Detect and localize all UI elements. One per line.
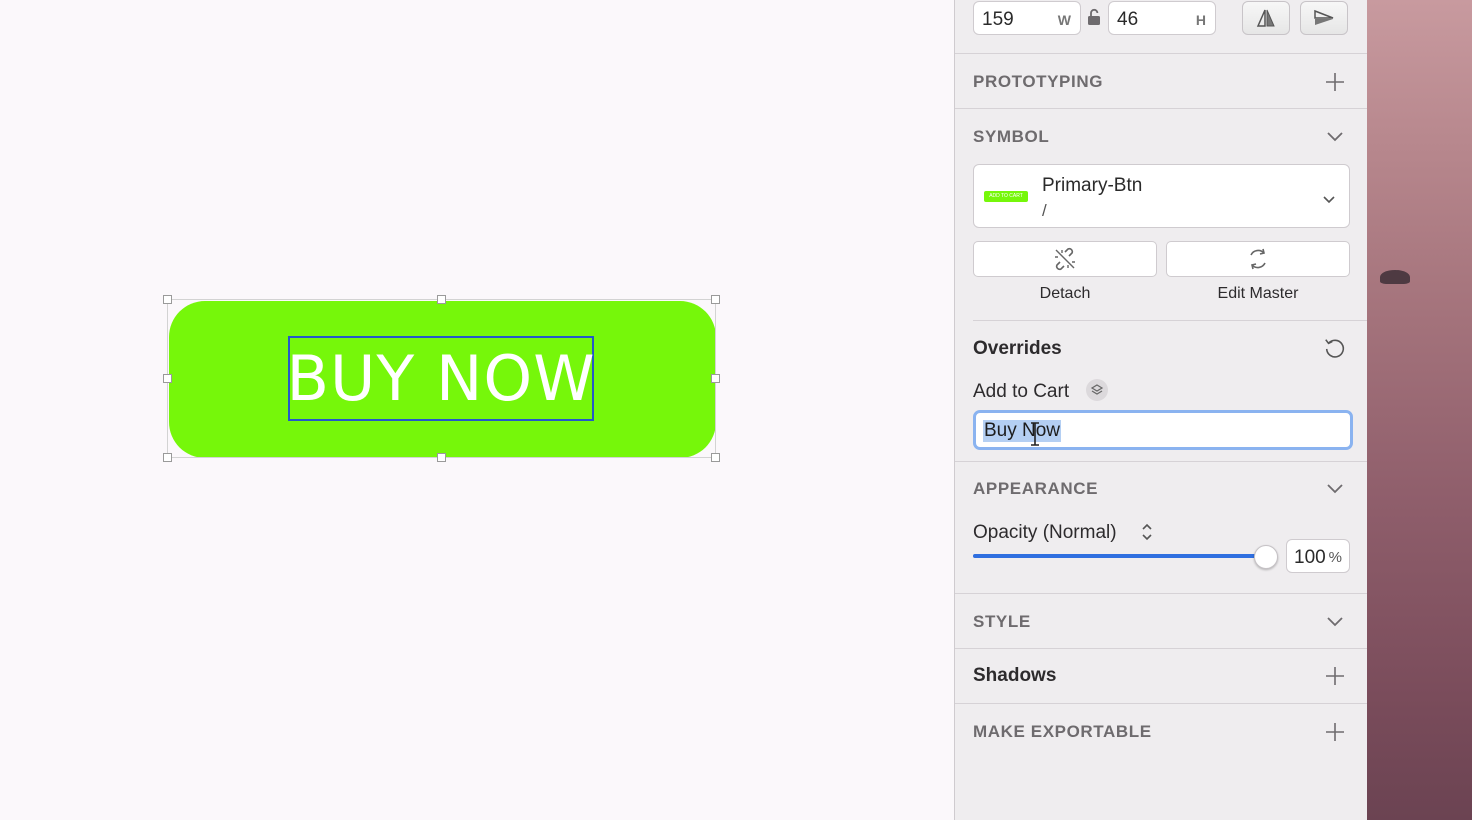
symbol-path: /: [1042, 201, 1047, 220]
opacity-slider-knob[interactable]: [1254, 545, 1278, 569]
layers-icon: [1086, 379, 1108, 401]
reset-icon[interactable]: [1323, 336, 1347, 360]
refresh-icon: [1250, 248, 1266, 270]
width-field[interactable]: 159 W: [973, 1, 1081, 35]
resize-handle-bottom-right[interactable]: [711, 453, 720, 462]
height-field[interactable]: 46 H: [1108, 1, 1216, 35]
make-exportable-title: MAKE EXPORTABLE: [973, 722, 1152, 741]
height-suffix: H: [1195, 12, 1206, 28]
resize-handle-right[interactable]: [711, 374, 720, 383]
selected-symbol-instance[interactable]: BUY NOW: [163, 295, 720, 462]
opacity-field[interactable]: 100 %: [1286, 539, 1350, 573]
override-layer-name: Add to Cart: [973, 381, 1070, 402]
divider: [955, 648, 1367, 649]
chevron-down-icon[interactable]: [1323, 125, 1347, 149]
edit-master-label: Edit Master: [1217, 285, 1299, 302]
up-down-chevron-icon[interactable]: [1141, 522, 1153, 547]
prototyping-title: PROTOTYPING: [973, 72, 1104, 91]
plus-icon[interactable]: [1323, 70, 1347, 94]
blend-mode-label[interactable]: Opacity (Normal): [973, 522, 1117, 544]
appearance-title: APPEARANCE: [973, 479, 1099, 498]
chevron-down-icon[interactable]: [1323, 477, 1347, 501]
plus-icon[interactable]: [1323, 664, 1347, 688]
opacity-slider[interactable]: [973, 545, 1278, 569]
unlink-icon: [1055, 247, 1075, 271]
symbol-name: Primary-Btn: [1042, 175, 1143, 196]
divider: [955, 593, 1367, 594]
flip-horizontal-icon: [1256, 9, 1275, 27]
opacity-value: 100: [1294, 547, 1326, 568]
width-value: 159: [982, 9, 1014, 30]
flip-vertical-button[interactable]: [1300, 1, 1348, 35]
shadows-title: Shadows: [973, 665, 1057, 686]
canvas[interactable]: BUY NOW: [0, 0, 954, 820]
inspector-panel: 159 W 46 H PROTOTYPING SYMBOL ADD TO CAR…: [954, 0, 1367, 820]
button-label: BUY NOW: [286, 341, 596, 415]
divider: [955, 108, 1367, 109]
detach-label: Detach: [1039, 285, 1091, 302]
symbol-title: SYMBOL: [973, 127, 1050, 146]
resize-handle-top[interactable]: [437, 295, 446, 304]
divider: [955, 461, 1367, 462]
wallpaper-rock: [1380, 270, 1410, 284]
plus-icon[interactable]: [1323, 720, 1347, 744]
height-value: 46: [1117, 9, 1139, 30]
resize-handle-bottom[interactable]: [437, 453, 446, 462]
desktop-wallpaper: [1367, 0, 1472, 820]
override-selected-text: Buy Now: [983, 420, 1062, 442]
symbol-thumbnail: ADD TO CART: [984, 191, 1028, 202]
lock-open-icon[interactable]: [1087, 8, 1101, 31]
button-text-layer[interactable]: BUY NOW: [286, 336, 596, 421]
resize-handle-bottom-left[interactable]: [163, 453, 172, 462]
override-text-input[interactable]: Buy Now: [973, 410, 1353, 450]
divider: [955, 703, 1367, 704]
resize-handle-left[interactable]: [163, 374, 172, 383]
overrides-title: Overrides: [973, 338, 1062, 359]
style-title: STYLE: [973, 612, 1031, 631]
edit-master-button[interactable]: [1166, 241, 1350, 277]
text-cursor-icon: [1029, 421, 1041, 452]
resize-handle-top-right[interactable]: [711, 295, 720, 304]
divider: [973, 320, 1367, 321]
opacity-slider-fill: [973, 554, 1265, 558]
resize-handle-top-left[interactable]: [163, 295, 172, 304]
flip-vertical-icon: [1314, 9, 1334, 25]
chevron-down-icon[interactable]: [1323, 610, 1347, 634]
divider: [955, 53, 1367, 54]
flip-horizontal-button[interactable]: [1242, 1, 1290, 35]
symbol-picker[interactable]: ADD TO CART Primary-Btn /: [973, 164, 1350, 228]
width-suffix: W: [1057, 12, 1071, 28]
detach-button[interactable]: [973, 241, 1157, 277]
opacity-suffix: %: [1328, 549, 1342, 566]
chevron-down-icon: [1323, 191, 1335, 209]
